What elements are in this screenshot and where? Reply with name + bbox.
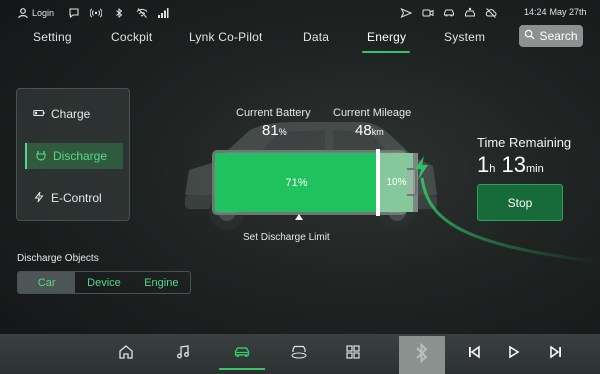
- mode-e-control-label: E-Control: [51, 191, 102, 205]
- search-icon: [524, 29, 535, 43]
- limit-marker-triangle: [295, 214, 303, 220]
- home-button[interactable]: [103, 338, 149, 370]
- stop-button[interactable]: Stop: [477, 184, 563, 221]
- music-icon: [174, 343, 192, 366]
- discharge-object-device[interactable]: Device: [75, 272, 132, 293]
- next-track-button[interactable]: [545, 343, 567, 365]
- previous-track-button[interactable]: [463, 343, 485, 365]
- current-mileage-value: 48km: [355, 122, 384, 139]
- battery-available-fill: 71%: [215, 153, 378, 212]
- tab-energy[interactable]: Energy: [367, 30, 406, 44]
- discharge-objects-selector: Car Device Engine: [17, 271, 191, 294]
- discharge-limit-handle[interactable]: [376, 149, 380, 216]
- apps-grid-icon: [344, 343, 362, 366]
- current-battery-label: Current Battery: [236, 107, 311, 119]
- date: May 27th: [549, 7, 587, 17]
- top-navigation: Setting Cockpit Lynk Co-Pilot Data Energ…: [0, 26, 600, 56]
- time-remaining-minutes: 13: [501, 152, 526, 177]
- car-icon: [443, 7, 455, 19]
- mode-panel: Charge Discharge E-Control: [16, 88, 130, 221]
- time-remaining-hours-unit: h: [489, 163, 496, 175]
- time-remaining-title: Time Remaining: [477, 135, 572, 150]
- bluetooth-icon: [412, 341, 432, 370]
- discharge-objects-title: Discharge Objects: [17, 253, 99, 264]
- cloud-off-icon: [485, 7, 497, 19]
- current-mileage-label: Current Mileage: [333, 107, 412, 119]
- current-mileage-unit: km: [371, 127, 384, 137]
- car-icon: [233, 343, 251, 366]
- mode-charge[interactable]: Charge: [25, 101, 123, 127]
- time-remaining-minutes-unit: min: [525, 163, 544, 175]
- play-button[interactable]: [503, 343, 525, 365]
- 360-camera-icon: [290, 343, 308, 366]
- wifi-off-icon: [136, 7, 148, 19]
- mode-e-control[interactable]: E-Control: [25, 185, 123, 211]
- play-icon: [507, 345, 521, 364]
- charging-bolt-icon: [415, 156, 428, 180]
- plug-icon: [35, 149, 47, 164]
- status-bar: Login 14:24 May 27th: [0, 0, 600, 26]
- time-remaining-value: 1h 13min: [477, 152, 544, 178]
- current-battery-value: 81%: [262, 122, 287, 139]
- bluetooth-media-button[interactable]: [399, 336, 445, 374]
- user-icon: [17, 7, 29, 19]
- mode-discharge[interactable]: Discharge: [25, 143, 123, 169]
- mode-discharge-label: Discharge: [53, 149, 108, 163]
- camera-icon: [422, 7, 434, 19]
- mode-charge-label: Charge: [51, 107, 91, 121]
- login-button[interactable]: Login: [17, 7, 54, 19]
- next-icon: [549, 345, 563, 364]
- battery-icon: [33, 107, 45, 122]
- car-settings-icon: [464, 7, 476, 19]
- music-button[interactable]: [160, 338, 206, 370]
- signal-icon: [157, 7, 169, 19]
- home-icon: [117, 343, 135, 366]
- navigation-icon: [400, 7, 413, 19]
- apps-button[interactable]: [330, 338, 376, 370]
- search-label: Search: [539, 29, 578, 43]
- search-button[interactable]: Search: [519, 25, 583, 47]
- time: 14:24: [524, 7, 547, 17]
- camera-360-button[interactable]: [276, 338, 322, 370]
- car-button[interactable]: [219, 338, 265, 370]
- battery-gauge: 71% 10%: [212, 149, 418, 216]
- current-battery-number: 81: [262, 122, 279, 139]
- discharge-object-engine[interactable]: Engine: [133, 272, 190, 293]
- previous-icon: [467, 345, 481, 364]
- tab-cockpit[interactable]: Cockpit: [111, 30, 152, 44]
- current-battery-unit: %: [278, 127, 287, 137]
- tab-system[interactable]: System: [444, 30, 485, 44]
- active-tab-indicator: [362, 51, 410, 53]
- set-discharge-limit-label[interactable]: Set Discharge Limit: [243, 232, 330, 243]
- lightning-icon: [33, 191, 45, 206]
- login-label: Login: [32, 8, 55, 18]
- current-mileage-number: 48: [355, 122, 372, 139]
- discharge-object-car[interactable]: Car: [18, 272, 76, 293]
- message-icon[interactable]: [68, 7, 80, 19]
- tab-setting[interactable]: Setting: [33, 30, 72, 44]
- tab-lynk-co-pilot[interactable]: Lynk Co-Pilot: [189, 30, 263, 44]
- tab-data[interactable]: Data: [303, 30, 329, 44]
- bluetooth-icon: [113, 7, 125, 19]
- hotspot-icon: [89, 7, 103, 19]
- clock: 14:24 May 27th: [524, 7, 587, 17]
- time-remaining-hours: 1: [477, 152, 490, 177]
